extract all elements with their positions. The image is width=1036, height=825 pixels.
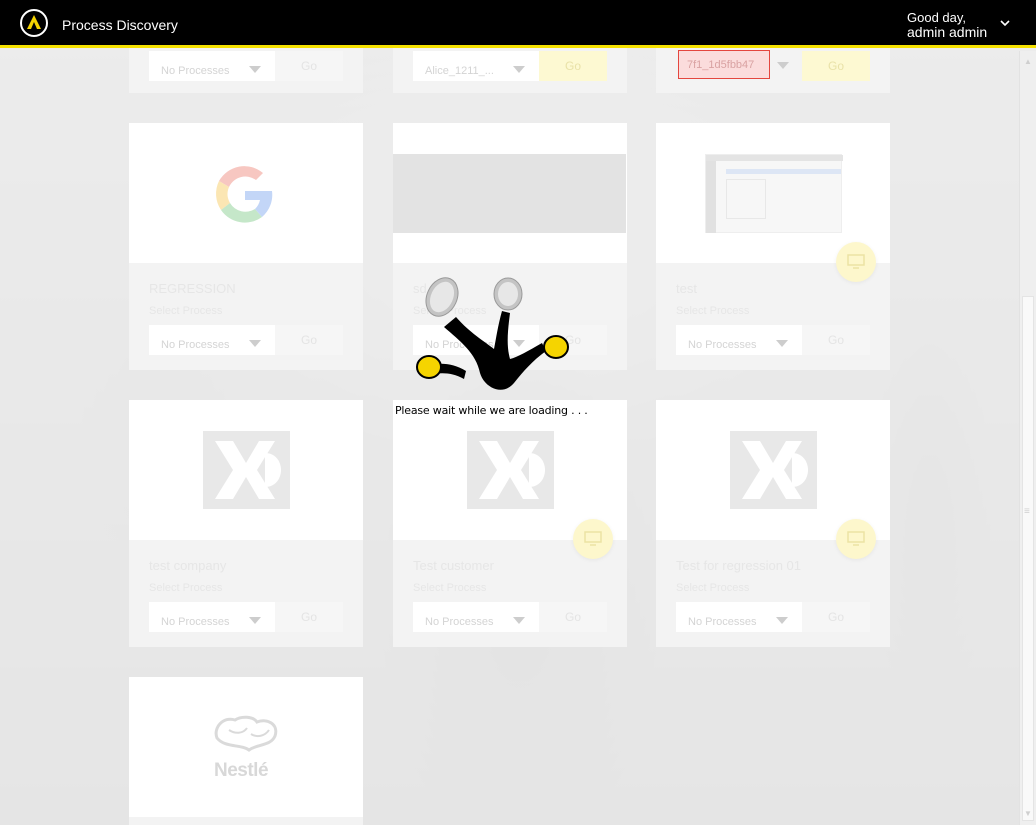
greeting-text: Good day, <box>907 10 967 25</box>
chevron-down-icon[interactable] <box>1000 18 1010 28</box>
loading-message: Please wait while we are loading . . . <box>395 404 588 417</box>
loading-spinner-icon <box>416 277 569 390</box>
app-logo-icon[interactable] <box>20 9 48 37</box>
user-menu[interactable]: Good day, admin admin <box>907 10 987 40</box>
loading-overlay: Please wait while we are loading . . . <box>0 0 1036 825</box>
app-title: Process Discovery <box>62 17 178 33</box>
user-name: admin admin <box>907 24 988 40</box>
top-header: Process Discovery Good day, admin admin <box>0 0 1036 48</box>
